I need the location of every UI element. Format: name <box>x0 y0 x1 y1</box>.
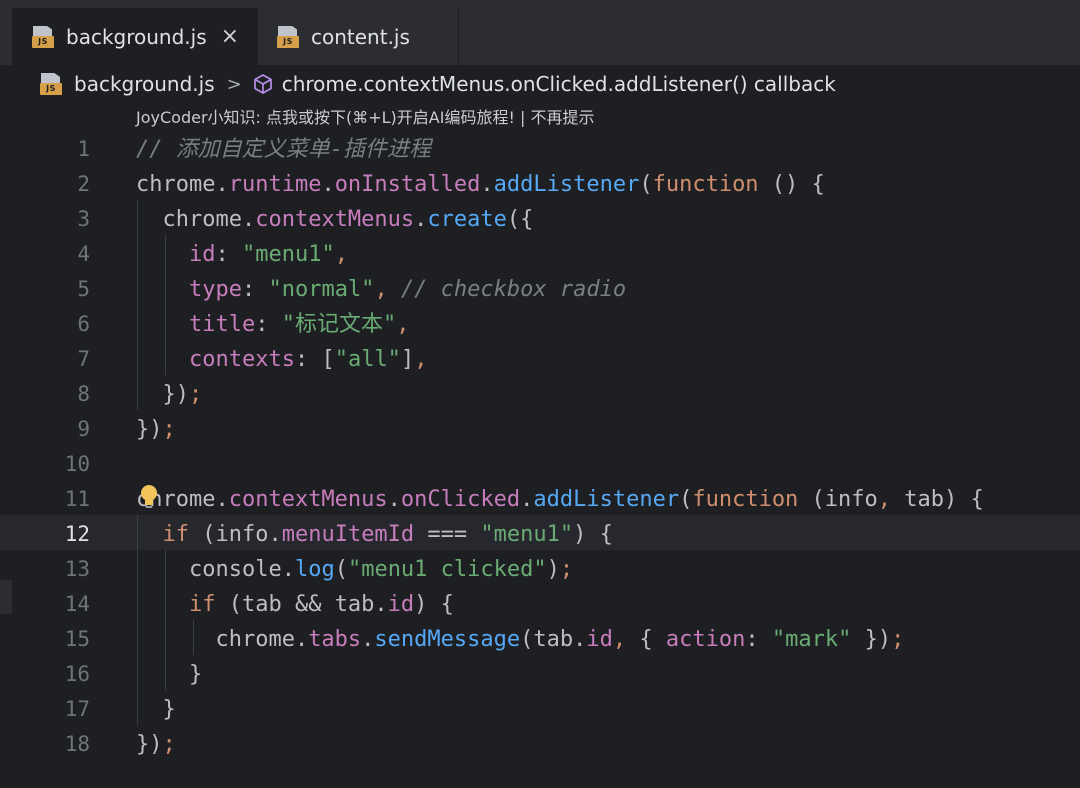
chevron-right-icon: > <box>226 73 242 95</box>
code-line[interactable]: console.log("menu1 clicked"); <box>136 552 573 587</box>
code-line[interactable]: if (tab && tab.id) { <box>136 587 454 622</box>
line-number: 9 <box>77 417 90 441</box>
code-line[interactable]: type: "normal", // checkbox radio <box>136 272 626 307</box>
tab-label: background.js <box>66 24 207 49</box>
code-line[interactable]: chrome.contextMenus.create({ <box>136 202 533 237</box>
line-number: 8 <box>77 382 90 406</box>
code-line[interactable]: // 添加自定义菜单-插件进程 <box>136 132 431 167</box>
js-file-icon: JS <box>277 25 299 48</box>
line-number: 17 <box>64 697 90 721</box>
line-number: 3 <box>77 207 90 231</box>
code-line[interactable]: }); <box>136 377 202 412</box>
line-number: 2 <box>77 172 90 196</box>
js-file-icon: JS <box>32 25 54 48</box>
line-number: 14 <box>64 592 90 616</box>
window-top-strip <box>0 0 1080 8</box>
indent-guide <box>193 620 194 655</box>
code-line[interactable]: title: "标记文本", <box>136 307 409 342</box>
breadcrumb: JS background.js > chrome.contextMenus.o… <box>40 66 836 102</box>
line-number: 6 <box>77 312 90 336</box>
breadcrumb-symbol[interactable]: chrome.contextMenus.onClicked.addListene… <box>282 72 836 96</box>
code-line[interactable]: if (info.menuItemId === "menu1") { <box>136 517 613 552</box>
code-line[interactable]: contexts: ["all"], <box>136 342 427 377</box>
code-line[interactable]: chrome.runtime.onInstalled.addListener(f… <box>136 167 825 202</box>
line-number: 7 <box>77 347 90 371</box>
indent-guide <box>165 550 166 690</box>
indent-guide <box>165 235 166 375</box>
indent-guide <box>137 515 138 725</box>
tab-background-js[interactable]: JS background.js × <box>12 8 258 65</box>
line-number: 10 <box>64 452 90 476</box>
tab-label: content.js <box>311 24 410 49</box>
js-file-icon: JS <box>40 73 62 95</box>
line-number: 16 <box>64 662 90 686</box>
code-line[interactable]: chrome.contextMenus.onClicked.addListene… <box>136 482 984 517</box>
lightbulb-icon[interactable] <box>139 484 159 510</box>
line-number: 11 <box>64 487 90 511</box>
code-line[interactable]: chrome.tabs.sendMessage(tab.id, { action… <box>136 622 904 657</box>
code-line[interactable]: }); <box>136 412 176 447</box>
line-number: 18 <box>64 732 90 756</box>
tab-content-js[interactable]: JS content.js <box>259 8 459 65</box>
line-number: 12 <box>64 522 90 546</box>
code-line[interactable]: } <box>136 692 175 727</box>
method-cube-icon <box>253 74 272 94</box>
line-number: 13 <box>64 557 90 581</box>
code-line[interactable]: id: "menu1", <box>136 237 348 272</box>
breadcrumb-file[interactable]: background.js <box>74 72 215 96</box>
line-number: 1 <box>77 137 90 161</box>
code-line[interactable]: } <box>136 657 202 692</box>
joycoder-tip[interactable]: JoyCoder小知识: 点我或按下(⌘+L)开启AI编码旅程! | 不再提示 <box>136 104 594 128</box>
indent-guide <box>137 200 138 410</box>
close-icon[interactable]: × <box>221 24 239 49</box>
editor-tab-bar: JS background.js × JS content.js <box>0 8 1080 66</box>
line-number: 5 <box>77 277 90 301</box>
line-number: 4 <box>77 242 90 266</box>
line-number: 15 <box>64 627 90 651</box>
code-line[interactable]: }); <box>136 727 176 762</box>
